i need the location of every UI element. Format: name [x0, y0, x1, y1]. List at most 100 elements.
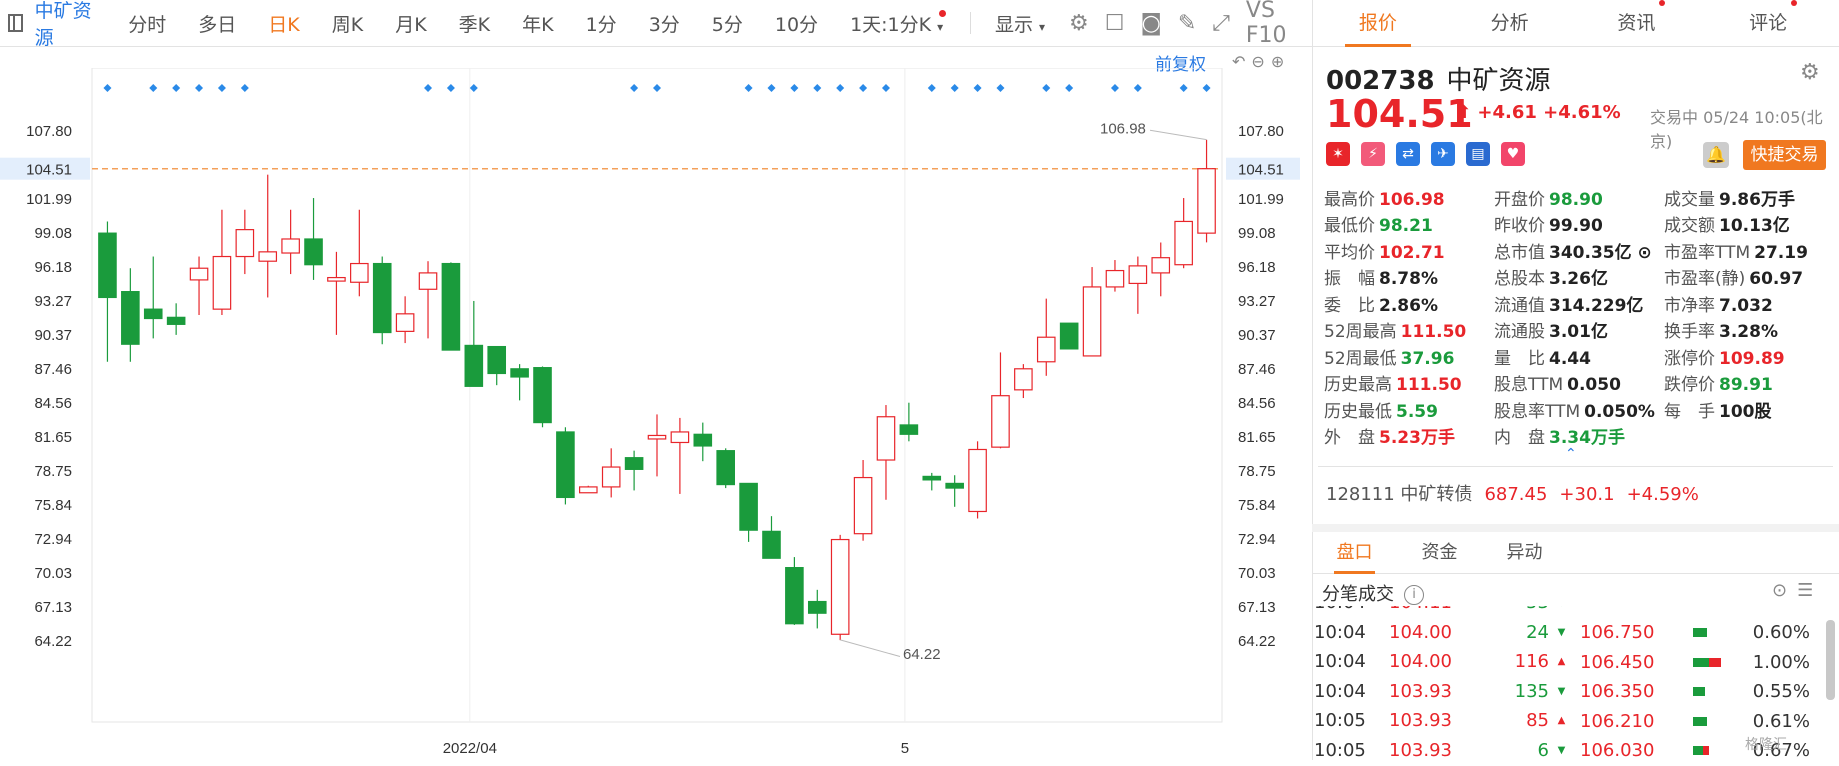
tab-10[interactable]: 10分 — [775, 10, 818, 37]
event-marker-icon — [630, 84, 639, 92]
tab-0[interactable]: 分时 — [128, 10, 166, 37]
stat-value: 98.90 — [1549, 189, 1603, 210]
gear-icon[interactable]: ⚙ — [1800, 60, 1820, 85]
stat-4-2: 市净率 7.032 — [1664, 291, 1834, 316]
badge-icon-4[interactable]: ▤ — [1466, 142, 1490, 166]
stats-row: 历史最低 5.59 股息率TTM 0.050% 每 手 100股 — [1324, 396, 1834, 423]
tab-8[interactable]: 3分 — [649, 10, 680, 37]
y-tick-label: 107.80 — [26, 123, 72, 140]
stat-value: 89.91 — [1719, 375, 1773, 396]
tab-5[interactable]: 季K — [459, 10, 490, 37]
stat-value: 98.21 — [1379, 216, 1433, 237]
period-select[interactable]: 1天:1分K ▾ — [850, 9, 947, 37]
right-tab-2[interactable]: 资讯 — [1576, 0, 1708, 46]
collapse-caret-icon[interactable]: ⌃ — [1565, 446, 1577, 462]
book-row: 106.750 0.60% — [1580, 618, 1810, 648]
event-marker-icon — [1065, 84, 1074, 92]
stat-4-1: 流通值 314.229亿 — [1494, 291, 1664, 316]
convertible-bond[interactable]: 128111 中矿转债 687.45 +30.1 +4.59% — [1326, 480, 1699, 506]
badge-icon-1[interactable]: ⚡ — [1361, 142, 1385, 166]
stat-label: 平均价 — [1324, 242, 1375, 263]
x-tick-label: 5 — [901, 740, 909, 757]
stat-value: 0.050% — [1584, 401, 1655, 422]
stat-5-0: 52周最高 111.50 — [1324, 317, 1494, 342]
stat-6-0: 52周最低 37.96 — [1324, 344, 1494, 369]
stat-label: 内 盘 — [1494, 428, 1545, 449]
badge-icon-5[interactable]: ♥ — [1501, 142, 1525, 166]
stat-3-1: 总股本 3.26亿 — [1494, 264, 1664, 289]
scrollbar[interactable] — [1826, 620, 1835, 700]
tab-9[interactable]: 5分 — [712, 10, 743, 37]
camera-icon[interactable]: ◙ — [1141, 11, 1162, 36]
event-marker-icon — [217, 84, 226, 92]
draw-icon[interactable]: ✎ — [1178, 11, 1196, 36]
bell-icon[interactable]: 🔔 — [1703, 142, 1729, 168]
stat-label: 股息率TTM — [1494, 401, 1581, 422]
right-tab-1[interactable]: 分析 — [1444, 0, 1576, 46]
badge-icon-2[interactable]: ⇄ — [1396, 142, 1420, 166]
event-marker-icon — [859, 84, 868, 92]
candle-body — [579, 486, 598, 494]
stat-9-0: 外 盘 5.23万手 — [1324, 423, 1494, 448]
candle-body — [899, 424, 919, 435]
low-label: 64.22 — [903, 646, 941, 663]
right-tab-0[interactable]: 报价 — [1312, 0, 1444, 47]
stat-label: 52周最高 — [1324, 322, 1397, 343]
badge-icon-0[interactable]: ✶ — [1326, 142, 1350, 166]
candle-body — [624, 457, 644, 470]
down-arrow-icon: ▼ — [1557, 626, 1566, 638]
candle-body — [533, 367, 552, 424]
stat-label: 外 盘 — [1324, 428, 1375, 449]
tab-1[interactable]: 多日 — [198, 10, 236, 37]
stats-row: 最高价 106.98 开盘价 98.90 成交量 9.86万手 — [1324, 184, 1834, 211]
settings-icon[interactable]: ⚙ — [1069, 11, 1089, 36]
stat-3-2: 市盈率(静) 60.97 — [1664, 264, 1834, 289]
stat-value: 60.97 — [1749, 269, 1804, 290]
tick-volume: 135 — [1514, 680, 1549, 702]
event-marker-icon — [195, 84, 204, 92]
candle-body — [853, 476, 873, 535]
stat-8-2: 每 手 100股 — [1664, 397, 1834, 422]
tab-4[interactable]: 月K — [395, 10, 426, 37]
badge-icon-3[interactable]: ✈ — [1431, 142, 1455, 166]
candle-body — [830, 538, 850, 635]
tick-time: 10:04 — [1314, 621, 1366, 643]
stat-7-1: 股息TTM 0.050 — [1494, 370, 1664, 395]
layout-icon[interactable] — [8, 14, 23, 32]
stats-row: 平均价 102.71 总市值 340.35亿 ⊙ 市盈率TTM 27.19 — [1324, 237, 1834, 264]
tab-2[interactable]: 日K — [268, 10, 299, 37]
book-bar — [1692, 628, 1752, 638]
candle-body — [372, 262, 392, 334]
stat-1-0: 最低价 98.21 — [1324, 211, 1494, 236]
fullscreen-icon[interactable]: ⤢ — [1212, 11, 1230, 36]
tab-3[interactable]: 周K — [332, 10, 363, 37]
quick-trade-button[interactable]: 快捷交易 — [1743, 140, 1826, 170]
candle-body — [350, 262, 369, 283]
event-marker-icon — [836, 84, 845, 92]
stat-label: 市盈率TTM — [1664, 242, 1751, 263]
y-tick-label: 72.94 — [34, 531, 72, 548]
tab-7[interactable]: 1分 — [586, 10, 617, 37]
info-icon[interactable]: i — [1404, 585, 1424, 605]
stock-name-link[interactable]: 中矿资源 — [35, 0, 93, 50]
panel-tab-2[interactable]: 异动 — [1482, 532, 1567, 573]
stat-2-0: 平均价 102.71 — [1324, 238, 1494, 263]
candle-body — [1036, 336, 1056, 363]
kline-chart[interactable]: 107.80 107.80 104.51 104.51 101.99 101.99 99.0… — [0, 68, 1300, 760]
stat-1-2: 成交额 10.13亿 — [1664, 211, 1834, 236]
display-select[interactable]: 显示 ▾ — [995, 10, 1045, 37]
tick-volume: 116 — [1514, 651, 1549, 673]
vs-f10-button[interactable]: VS F10 — [1246, 0, 1304, 48]
candle-body — [922, 475, 942, 481]
tick-row: 10:05 103.93 85 ▲ — [1314, 706, 1574, 736]
panel-tab-0[interactable]: 盘口 — [1312, 532, 1397, 574]
candle-body — [281, 238, 300, 254]
event-marker-icon — [240, 84, 249, 92]
checkbox-icon[interactable]: ☐ — [1105, 11, 1125, 36]
panel-tab-1[interactable]: 资金 — [1397, 532, 1482, 573]
event-marker-icon — [1042, 84, 1051, 92]
tick-list: 10:04104.1153▼10:04104.0024▼10:04104.001… — [1314, 606, 1574, 760]
right-tab-3[interactable]: 评论 — [1707, 0, 1839, 46]
more-icons[interactable]: ⊙☰ — [1772, 580, 1823, 601]
tab-6[interactable]: 年K — [522, 10, 553, 37]
